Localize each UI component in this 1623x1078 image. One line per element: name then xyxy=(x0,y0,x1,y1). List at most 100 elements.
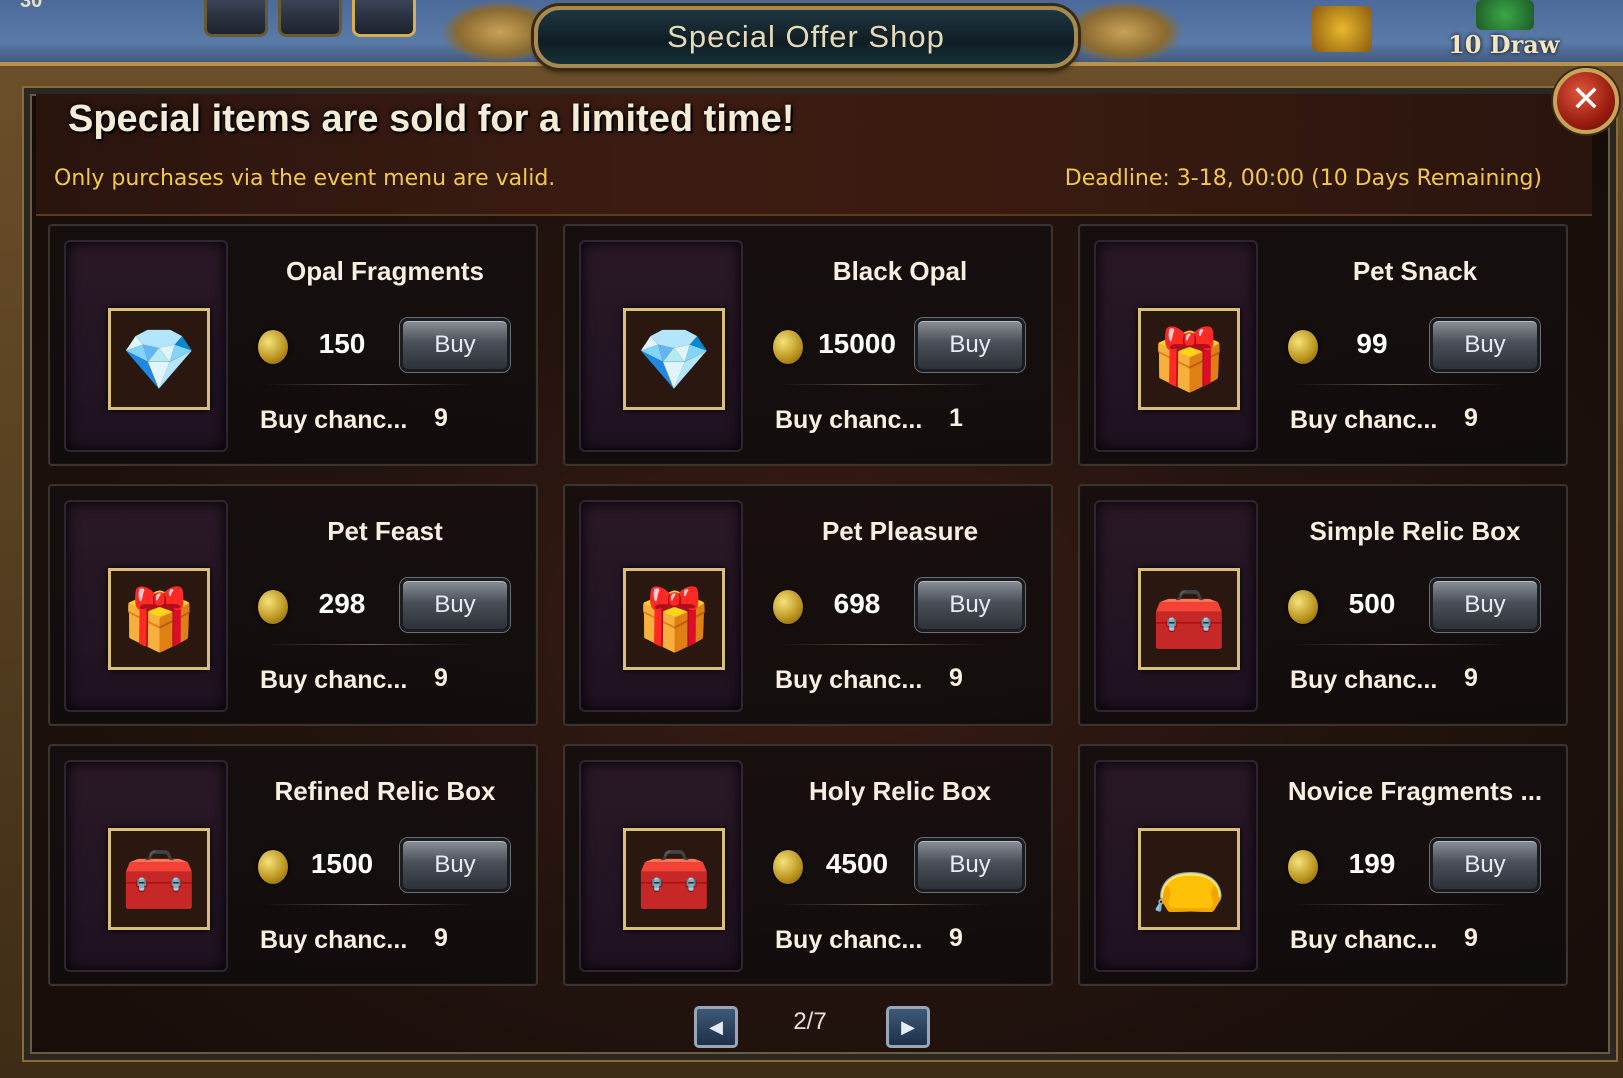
item-price: 500 xyxy=(1348,588,1396,619)
item-card: 🧰 Refined Relic Box 1500 Buy Buy chanc... 9 xyxy=(48,744,538,986)
buy-button[interactable]: Buy xyxy=(915,838,1025,892)
buy-chance-value: 9 xyxy=(434,404,448,432)
divider xyxy=(780,904,990,905)
item-name: Pet Pleasure xyxy=(821,516,979,546)
item-icon-frame: 👝 xyxy=(1094,760,1258,972)
buy-button-label: Buy xyxy=(434,331,476,358)
item-card: 🎁 Pet Snack 99 Buy Buy chanc... 9 xyxy=(1078,224,1568,466)
item-price: 4500 xyxy=(825,848,889,879)
buy-button[interactable]: Buy xyxy=(1430,318,1540,372)
buy-chance-label: Buy chanc... xyxy=(260,926,408,954)
title-ornament-right xyxy=(1064,0,1184,64)
buy-button[interactable]: Buy xyxy=(400,838,510,892)
close-button[interactable]: ✕ xyxy=(1553,68,1619,134)
item-icon-frame: 🧰 xyxy=(1094,500,1258,712)
top-menu-button-1[interactable] xyxy=(204,0,268,37)
buy-chance-value: 9 xyxy=(434,664,448,692)
buy-button-label: Buy xyxy=(1464,591,1506,618)
item-card: 💎 Black Opal 15000 Buy Buy chanc... 1 xyxy=(563,224,1053,466)
divider xyxy=(265,384,475,385)
gold-coin-icon xyxy=(773,330,803,364)
arrow-right-icon: ▶ xyxy=(901,1016,915,1038)
buy-button-label: Buy xyxy=(949,331,991,358)
buy-chance-value: 1 xyxy=(949,404,963,432)
buy-chance-label: Buy chanc... xyxy=(1290,666,1438,694)
item-glyph: 💎 xyxy=(121,324,197,395)
item-icon-frame: 🧰 xyxy=(64,760,228,972)
item-icon-frame: 💎 xyxy=(579,240,743,452)
buy-chance-value: 9 xyxy=(434,924,448,952)
item-price: 199 xyxy=(1348,848,1396,879)
divider xyxy=(1295,904,1505,905)
draw-label[interactable]: 10 Draw xyxy=(1448,30,1559,59)
chest-icon[interactable]: 🧰 xyxy=(1138,568,1240,670)
player-level: 30 xyxy=(20,0,43,12)
gold-coin-icon xyxy=(773,590,803,624)
deadline-text: Deadline: 3-18, 00:00 (10 Days Remaining… xyxy=(1064,166,1542,191)
buy-button[interactable]: Buy xyxy=(1430,838,1540,892)
gift-icon[interactable]: 🎁 xyxy=(623,568,725,670)
buy-chance-value: 9 xyxy=(949,924,963,952)
top-settings-button[interactable] xyxy=(278,0,342,37)
item-name: Novice Fragments ... xyxy=(1287,776,1543,806)
buy-button[interactable]: Buy xyxy=(1430,578,1540,632)
item-card: 🎁 Pet Feast 298 Buy Buy chanc... 9 xyxy=(48,484,538,726)
next-page-button[interactable]: ▶ xyxy=(886,1006,930,1048)
item-glyph: 🧰 xyxy=(1151,584,1227,655)
item-card: 🧰 Holy Relic Box 4500 Buy Buy chanc... 9 xyxy=(563,744,1053,986)
item-name: Opal Fragments xyxy=(286,256,484,286)
item-icon-frame: 🎁 xyxy=(64,500,228,712)
item-card: 🧰 Simple Relic Box 500 Buy Buy chanc... 9 xyxy=(1078,484,1568,726)
buy-chance-value: 9 xyxy=(1464,924,1478,952)
buy-button[interactable]: Buy xyxy=(915,578,1025,632)
item-icon-frame: 🎁 xyxy=(579,500,743,712)
buy-button-label: Buy xyxy=(949,851,991,878)
gift-icon[interactable]: 🎁 xyxy=(108,568,210,670)
item-card: 👝 Novice Fragments ... 199 Buy Buy chanc... 9 xyxy=(1078,744,1568,986)
buy-button-label: Buy xyxy=(434,851,476,878)
rank-up-icon[interactable] xyxy=(1312,6,1372,52)
prev-page-button[interactable]: ◀ xyxy=(694,1006,738,1048)
buy-button[interactable]: Buy xyxy=(915,318,1025,372)
item-glyph: 🧰 xyxy=(121,844,197,915)
item-glyph: 🎁 xyxy=(121,584,197,655)
gold-coin-icon xyxy=(258,850,288,884)
window-title: Special Offer Shop xyxy=(534,6,1078,68)
buy-chance-label: Buy chanc... xyxy=(260,406,408,434)
divider xyxy=(265,644,475,645)
gift-icon[interactable]: 🎁 xyxy=(1138,308,1240,410)
item-card: 🎁 Pet Pleasure 698 Buy Buy chanc... 9 xyxy=(563,484,1053,726)
gold-coin-icon xyxy=(773,850,803,884)
item-card: 💎 Opal Fragments 150 Buy Buy chanc... 9 xyxy=(48,224,538,466)
buy-button-label: Buy xyxy=(949,591,991,618)
item-glyph: 🎁 xyxy=(636,584,712,655)
item-price: 698 xyxy=(833,588,881,619)
opal-fragments-icon[interactable]: 💎 xyxy=(108,308,210,410)
page-indicator: 2/7 xyxy=(793,1008,827,1035)
gold-coin-icon xyxy=(1288,330,1318,364)
item-price: 99 xyxy=(1356,328,1388,359)
buy-button-label: Buy xyxy=(1464,331,1506,358)
draw-bag-icon[interactable] xyxy=(1476,0,1534,30)
item-glyph: 👝 xyxy=(1151,844,1227,915)
item-glyph: 🎁 xyxy=(1151,324,1227,395)
chest-icon[interactable]: 🧰 xyxy=(108,828,210,930)
top-menu-button-3[interactable] xyxy=(352,0,416,37)
divider xyxy=(1295,384,1505,385)
buy-chance-label: Buy chanc... xyxy=(775,926,923,954)
item-name: Black Opal xyxy=(832,256,968,286)
purchase-note: Only purchases via the event menu are va… xyxy=(54,166,556,191)
item-name: Refined Relic Box xyxy=(274,776,496,806)
buy-button[interactable]: Buy xyxy=(400,318,510,372)
buy-chance-value: 9 xyxy=(949,664,963,692)
item-glyph: 🧰 xyxy=(636,844,712,915)
chest-icon[interactable]: 🧰 xyxy=(623,828,725,930)
item-price: 1500 xyxy=(310,848,374,879)
item-name: Pet Snack xyxy=(1352,256,1478,286)
black-opal-icon[interactable]: 💎 xyxy=(623,308,725,410)
green-pouch-icon[interactable]: 👝 xyxy=(1138,828,1240,930)
buy-button[interactable]: Buy xyxy=(400,578,510,632)
item-icon-frame: 🧰 xyxy=(579,760,743,972)
divider xyxy=(780,644,990,645)
gold-coin-icon xyxy=(258,590,288,624)
